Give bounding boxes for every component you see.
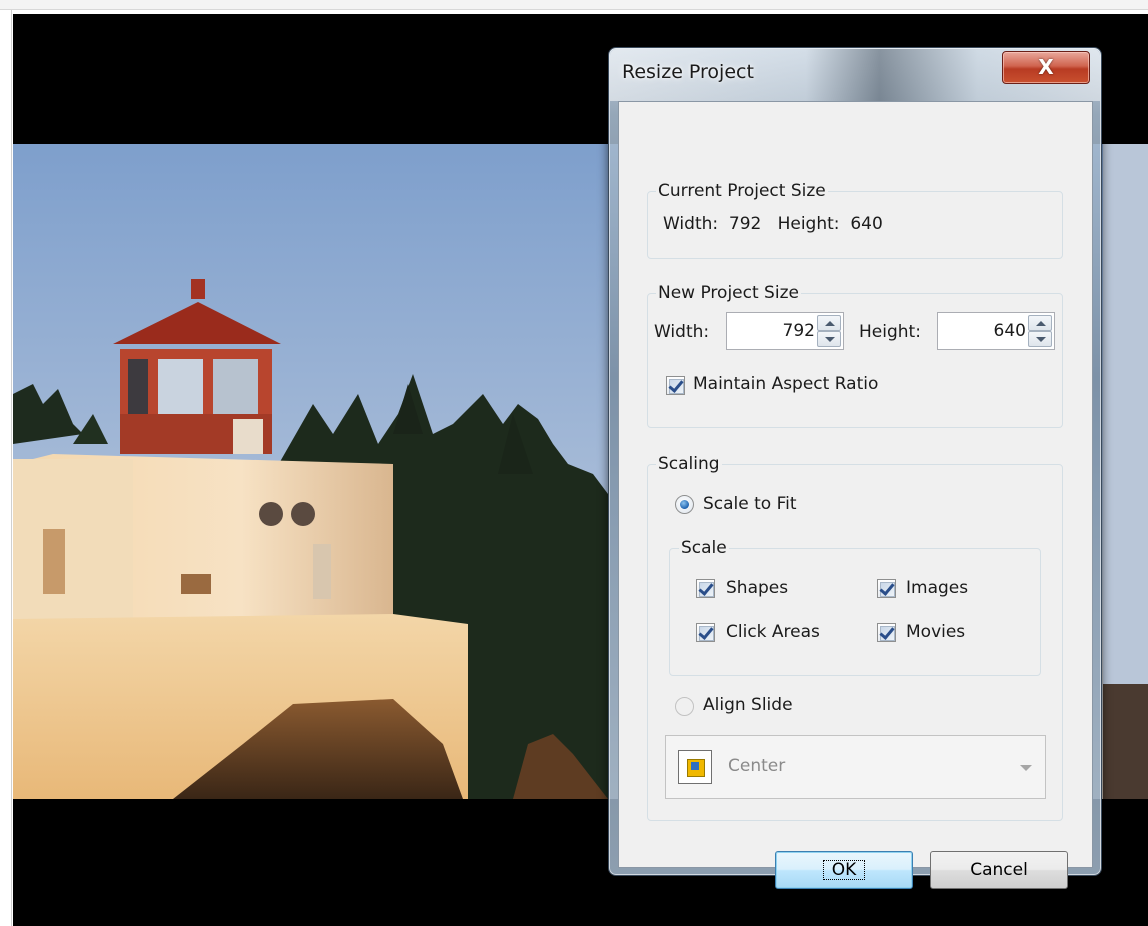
chevron-down-icon[interactable] xyxy=(1020,765,1032,771)
width-input[interactable]: 792 xyxy=(783,321,815,341)
width-spinner[interactable]: 792 xyxy=(726,312,844,350)
width-decrement-button[interactable] xyxy=(817,331,841,347)
dialog-client-area: Current Project Size Width: 792 Height: … xyxy=(618,101,1093,889)
current-size-readout: Width: 792 Height: 640 xyxy=(663,214,883,234)
current-size-legend: Current Project Size xyxy=(656,181,828,201)
height-increment-button[interactable] xyxy=(1028,315,1052,331)
maintain-aspect-label[interactable]: Maintain Aspect Ratio xyxy=(693,374,878,394)
application-canvas: Resize Project X Current Project Size Wi… xyxy=(0,0,1148,926)
align-position-value: Center xyxy=(728,756,786,776)
ok-button[interactable]: OK xyxy=(775,851,913,889)
scale-to-fit-label[interactable]: Scale to Fit xyxy=(703,494,797,514)
scaling-legend: Scaling xyxy=(656,454,722,474)
new-width-label: Width: xyxy=(654,322,710,342)
click-areas-label[interactable]: Click Areas xyxy=(726,622,820,642)
new-height-label: Height: xyxy=(859,322,921,342)
window-top-edge xyxy=(0,0,1148,10)
ok-button-label: OK xyxy=(822,860,866,880)
align-position-dropdown[interactable]: Center xyxy=(665,735,1046,799)
align-slide-label[interactable]: Align Slide xyxy=(703,695,793,715)
scale-options-group: Scale xyxy=(669,538,1041,676)
height-spinner[interactable]: 640 xyxy=(937,312,1055,350)
movies-label[interactable]: Movies xyxy=(906,622,965,642)
align-slide-radio[interactable] xyxy=(675,697,694,716)
scale-options-legend: Scale xyxy=(679,538,729,558)
height-input[interactable]: 640 xyxy=(994,321,1026,341)
dialog-title: Resize Project xyxy=(622,61,754,83)
close-button[interactable]: X xyxy=(1002,51,1090,84)
movies-checkbox[interactable] xyxy=(877,623,896,642)
height-decrement-button[interactable] xyxy=(1028,331,1052,347)
window-left-edge xyxy=(0,10,12,926)
cancel-button[interactable]: Cancel xyxy=(930,851,1068,889)
images-label[interactable]: Images xyxy=(906,578,968,598)
resize-project-dialog: Resize Project X Current Project Size Wi… xyxy=(608,47,1102,889)
scale-to-fit-radio[interactable] xyxy=(675,495,694,514)
shapes-checkbox[interactable] xyxy=(696,579,715,598)
images-checkbox[interactable] xyxy=(877,579,896,598)
height-spin-buttons xyxy=(1028,315,1052,347)
click-areas-checkbox[interactable] xyxy=(696,623,715,642)
maintain-aspect-checkbox[interactable] xyxy=(666,376,685,395)
width-spin-buttons xyxy=(817,315,841,347)
shapes-label[interactable]: Shapes xyxy=(726,578,788,598)
current-size-group: Current Project Size Width: 792 Height: … xyxy=(647,181,1063,259)
width-increment-button[interactable] xyxy=(817,315,841,331)
new-size-legend: New Project Size xyxy=(656,283,801,303)
align-center-icon xyxy=(678,750,712,784)
